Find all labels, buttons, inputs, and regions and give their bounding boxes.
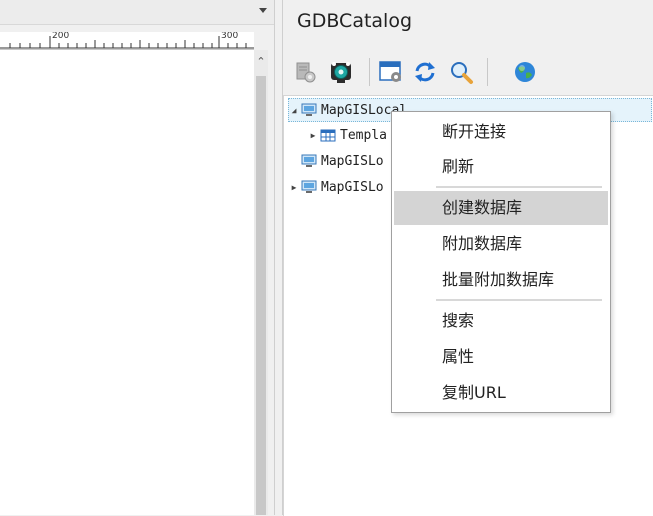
map-document-pane: 200 300 ⌃ <box>0 0 282 515</box>
tab-dropdown-icon[interactable] <box>259 8 267 13</box>
connect-camera-icon[interactable] <box>327 58 355 86</box>
menu-item-batch-attach-database[interactable]: 批量附加数据库 <box>394 263 608 297</box>
window-settings-icon[interactable] <box>377 58 405 86</box>
vertical-scrollbar[interactable]: ⌃ <box>254 50 268 515</box>
menu-item-copy-url[interactable]: 复制URL <box>394 376 608 410</box>
server-config-icon[interactable] <box>291 58 319 86</box>
map-canvas[interactable] <box>0 50 254 515</box>
panel-title: GDBCatalog <box>297 10 413 32</box>
menu-separator <box>436 186 602 188</box>
tree-node-template[interactable]: ▶ Templa <box>308 124 387 146</box>
expand-icon[interactable]: ▶ <box>308 131 318 140</box>
context-menu: 断开连接 刷新 创建数据库 附加数据库 批量附加数据库 搜索 属性 复制URL <box>391 111 611 413</box>
menu-item-properties[interactable]: 属性 <box>394 340 608 374</box>
toolbar-separator <box>487 58 488 86</box>
tree-node-mapgis-server[interactable]: ▶ MapGISLo <box>289 176 384 198</box>
ruler-ticks <box>0 36 254 49</box>
horizontal-ruler: 200 300 <box>0 32 254 50</box>
tree-node-label: MapGISLo <box>321 179 384 195</box>
menu-item-attach-database[interactable]: 附加数据库 <box>394 227 608 261</box>
ruler-label-200: 200 <box>52 32 70 41</box>
computer-icon <box>301 154 317 167</box>
catalog-toolbar <box>291 55 651 91</box>
menu-item-refresh[interactable]: 刷新 <box>394 150 608 184</box>
search-icon[interactable] <box>447 58 475 86</box>
ruler-label-300: 300 <box>221 32 239 41</box>
collapse-icon[interactable]: ◢ <box>289 106 299 115</box>
menu-item-disconnect[interactable]: 断开连接 <box>394 115 608 149</box>
left-tab-bar <box>0 0 275 25</box>
tree-node-label: MapGISLo <box>321 153 384 169</box>
scroll-up-icon[interactable]: ⌃ <box>256 56 266 68</box>
expand-icon[interactable]: ▶ <box>289 183 299 192</box>
toolbar-separator <box>369 58 370 86</box>
tree-node-label: Templa <box>340 127 387 143</box>
globe-icon[interactable] <box>511 58 539 86</box>
refresh-icon[interactable] <box>411 58 439 86</box>
tree-node-mapgis-server[interactable]: MapGISLo <box>289 150 384 172</box>
menu-item-search[interactable]: 搜索 <box>394 304 608 338</box>
menu-item-create-database[interactable]: 创建数据库 <box>394 191 608 225</box>
computer-icon <box>301 103 317 116</box>
pane-divider <box>274 0 275 515</box>
table-grid-icon <box>320 129 336 142</box>
menu-separator <box>436 299 602 301</box>
scrollbar-thumb[interactable] <box>256 76 266 515</box>
computer-icon <box>301 180 317 193</box>
